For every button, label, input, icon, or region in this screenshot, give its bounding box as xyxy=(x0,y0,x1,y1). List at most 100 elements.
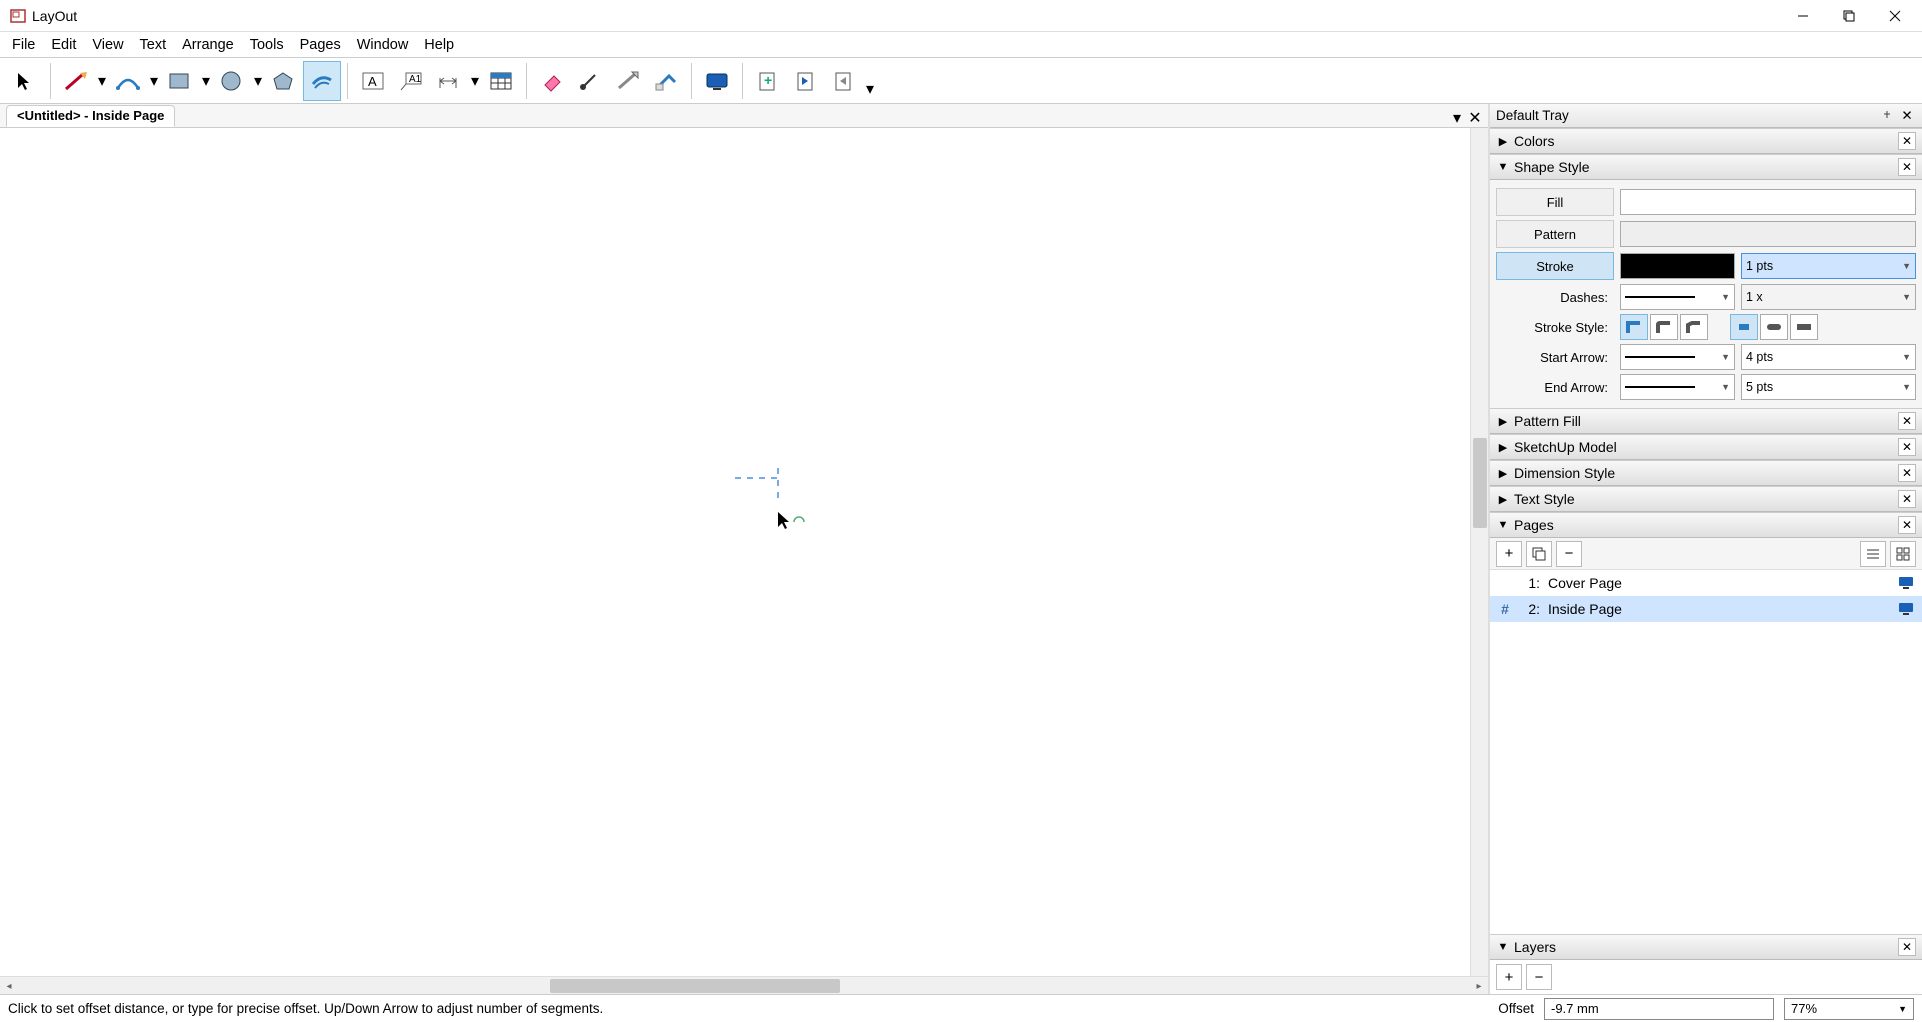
tray-close-icon[interactable]: ✕ xyxy=(1898,107,1916,125)
select-tool[interactable] xyxy=(6,61,44,101)
horizontal-scrollbar[interactable]: ◂ ▸ xyxy=(0,976,1488,994)
chevron-right-icon: ▶ xyxy=(1496,135,1510,148)
panel-dimension-style-header[interactable]: ▶ Dimension Style ✕ xyxy=(1490,460,1922,486)
page-number: 2: xyxy=(1520,601,1540,617)
join-tool[interactable] xyxy=(647,61,685,101)
panel-layers-header[interactable]: ▼ Layers ✕ xyxy=(1490,934,1922,960)
label-tool[interactable]: A1 xyxy=(392,61,430,101)
line-tool[interactable] xyxy=(57,61,95,101)
page-row[interactable]: # 2: Inside Page xyxy=(1490,596,1922,622)
menu-edit[interactable]: Edit xyxy=(43,35,84,55)
chevron-down-icon: ▼ xyxy=(1496,941,1510,953)
panel-sketchup-model-close[interactable]: ✕ xyxy=(1898,438,1916,456)
previous-page-tool[interactable] xyxy=(787,61,825,101)
line-tool-dropdown[interactable]: ▾ xyxy=(95,61,109,101)
layer-add-button[interactable]: + xyxy=(1496,964,1522,990)
fill-toggle[interactable]: Fill xyxy=(1496,188,1614,216)
rectangle-tool[interactable] xyxy=(161,61,199,101)
start-arrow-size-combo[interactable]: 4 pts▼ xyxy=(1741,344,1916,370)
menu-pages[interactable]: Pages xyxy=(292,35,349,55)
panel-shape-style-close[interactable]: ✕ xyxy=(1898,158,1916,176)
panel-shape-style-header[interactable]: ▼ Shape Style ✕ xyxy=(1490,154,1922,180)
split-tool[interactable] xyxy=(609,61,647,101)
page-remove-button[interactable]: − xyxy=(1556,541,1582,567)
table-tool[interactable] xyxy=(482,61,520,101)
presentation-icon[interactable] xyxy=(1898,602,1914,616)
polygon-tool[interactable] xyxy=(265,61,303,101)
arc-tool-dropdown[interactable]: ▾ xyxy=(147,61,161,101)
corner-miter[interactable] xyxy=(1620,314,1648,340)
panel-pattern-fill-close[interactable]: ✕ xyxy=(1898,412,1916,430)
page-thumb-view-button[interactable] xyxy=(1890,541,1916,567)
panel-pattern-fill-header[interactable]: ▶ Pattern Fill ✕ xyxy=(1490,408,1922,434)
fill-swatch[interactable] xyxy=(1620,189,1916,215)
layer-remove-button[interactable]: − xyxy=(1526,964,1552,990)
menu-window[interactable]: Window xyxy=(349,35,417,55)
panel-pages-header[interactable]: ▼ Pages ✕ xyxy=(1490,512,1922,538)
start-arrow-label: Start Arrow: xyxy=(1496,350,1614,365)
panel-layers-close[interactable]: ✕ xyxy=(1898,938,1916,956)
page-list-view-button[interactable] xyxy=(1860,541,1886,567)
start-arrow-combo[interactable]: ▼ xyxy=(1620,344,1735,370)
style-tool[interactable] xyxy=(571,61,609,101)
presentation-tool[interactable] xyxy=(698,61,736,101)
corner-bevel[interactable] xyxy=(1680,314,1708,340)
menu-view[interactable]: View xyxy=(84,35,131,55)
circle-tool-dropdown[interactable]: ▾ xyxy=(251,61,265,101)
corner-round[interactable] xyxy=(1650,314,1678,340)
offset-tool[interactable] xyxy=(303,61,341,101)
eraser-tool[interactable] xyxy=(533,61,571,101)
stroke-swatch[interactable] xyxy=(1620,253,1735,279)
svg-text:A: A xyxy=(368,74,377,89)
stroke-width-combo[interactable]: 1 pts▼ xyxy=(1741,253,1916,279)
rectangle-tool-dropdown[interactable]: ▾ xyxy=(199,61,213,101)
cap-flat[interactable] xyxy=(1730,314,1758,340)
stroke-toggle[interactable]: Stroke xyxy=(1496,252,1614,280)
end-arrow-combo[interactable]: ▼ xyxy=(1620,374,1735,400)
panel-text-style-header[interactable]: ▶ Text Style ✕ xyxy=(1490,486,1922,512)
dashes-combo[interactable]: ▼ xyxy=(1620,284,1735,310)
panel-dimension-style-close[interactable]: ✕ xyxy=(1898,464,1916,482)
page-add-button[interactable]: + xyxy=(1496,541,1522,567)
text-tool[interactable]: A xyxy=(354,61,392,101)
page-duplicate-button[interactable] xyxy=(1526,541,1552,567)
menu-help[interactable]: Help xyxy=(416,35,462,55)
panel-sketchup-model-header[interactable]: ▶ SketchUp Model ✕ xyxy=(1490,434,1922,460)
panel-colors-header[interactable]: ▶ Colors ✕ xyxy=(1490,128,1922,154)
panel-pages-close[interactable]: ✕ xyxy=(1898,516,1916,534)
arc-tool[interactable] xyxy=(109,61,147,101)
tray-pin-icon[interactable] xyxy=(1878,107,1896,125)
minimize-button[interactable] xyxy=(1780,1,1826,31)
end-arrow-size-combo[interactable]: 5 pts▼ xyxy=(1741,374,1916,400)
panel-text-style-close[interactable]: ✕ xyxy=(1898,490,1916,508)
zoom-combo[interactable]: 77%▼ xyxy=(1784,998,1914,1020)
menu-file[interactable]: File xyxy=(4,35,43,55)
document-tab[interactable]: <Untitled> - Inside Page xyxy=(6,105,175,127)
dimension-tool[interactable] xyxy=(430,61,468,101)
dashes-scale-combo[interactable]: 1 x▼ xyxy=(1741,284,1916,310)
canvas[interactable] xyxy=(0,128,1488,976)
cap-square[interactable] xyxy=(1790,314,1818,340)
panel-colors-close[interactable]: ✕ xyxy=(1898,132,1916,150)
cap-round[interactable] xyxy=(1760,314,1788,340)
document-tab-dropdown[interactable]: ▾ xyxy=(1448,109,1466,127)
add-page-tool[interactable]: + xyxy=(749,61,787,101)
circle-tool[interactable] xyxy=(213,61,251,101)
document-tab-close[interactable]: ✕ xyxy=(1466,109,1484,127)
menu-arrange[interactable]: Arrange xyxy=(174,35,242,55)
menu-tools[interactable]: Tools xyxy=(242,35,292,55)
menu-text[interactable]: Text xyxy=(132,35,175,55)
pattern-toggle[interactable]: Pattern xyxy=(1496,220,1614,248)
close-button[interactable] xyxy=(1872,1,1918,31)
tray-header[interactable]: Default Tray ✕ xyxy=(1490,104,1922,128)
dimension-tool-dropdown[interactable]: ▾ xyxy=(468,61,482,101)
svg-text:+: + xyxy=(764,72,772,88)
maximize-button[interactable] xyxy=(1826,1,1872,31)
pattern-swatch[interactable] xyxy=(1620,221,1916,247)
presentation-icon[interactable] xyxy=(1898,576,1914,590)
corner-style-group xyxy=(1620,314,1708,340)
page-row[interactable]: 1: Cover Page xyxy=(1490,570,1922,596)
next-page-tool[interactable] xyxy=(825,61,863,101)
offset-field[interactable]: -9.7 mm xyxy=(1544,998,1774,1020)
toolbar-overflow[interactable]: ▾ xyxy=(863,61,877,101)
